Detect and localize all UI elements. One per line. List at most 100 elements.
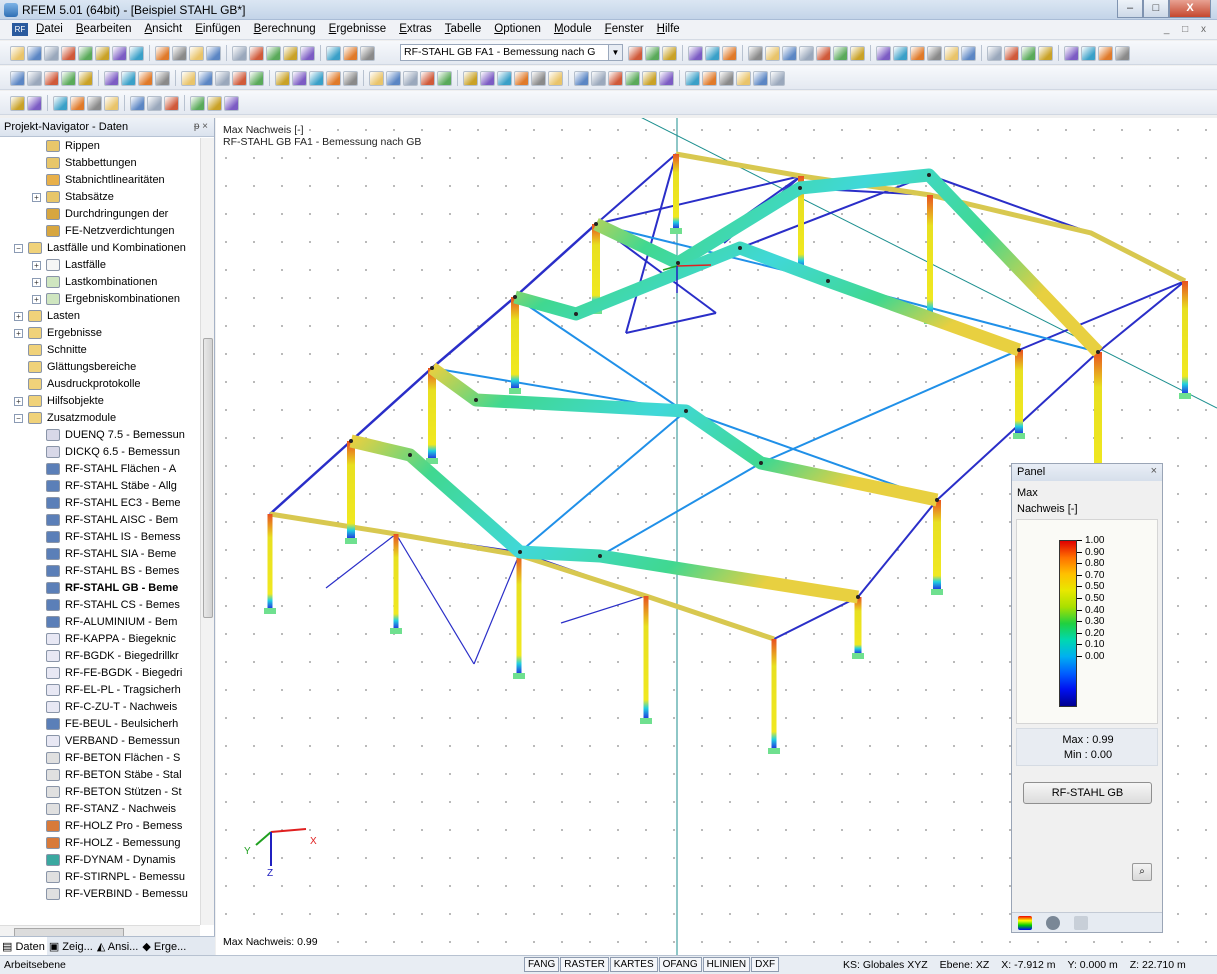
toolbar-tool-icon[interactable] [722, 45, 737, 61]
menu-optionen[interactable]: Optionen [494, 23, 541, 35]
menu-datei[interactable]: Datei [36, 23, 63, 35]
mdi-controls[interactable]: _ □ x [1164, 24, 1211, 35]
result-combo[interactable]: RF-STAHL GB FA1 - Bemessung nach G ▼ [400, 44, 623, 61]
toolbar-tool-icon[interactable] [130, 95, 145, 111]
toolbar-tool-icon[interactable] [1021, 45, 1036, 61]
toolbar-tool-icon[interactable] [688, 45, 703, 61]
toolbar-tool-icon[interactable] [343, 45, 358, 61]
toolbar-tool-icon[interactable] [129, 45, 144, 61]
toolbar-tool-icon[interactable] [1064, 45, 1079, 61]
expand-icon[interactable]: + [32, 193, 41, 202]
toolbar-tool-icon[interactable] [78, 70, 93, 86]
tree-item[interactable]: + Ergebnisse [0, 325, 200, 342]
tree-item[interactable]: RF-VERBIND - Bemessu [0, 886, 200, 903]
toolbar-tool-icon[interactable] [961, 45, 976, 61]
tree-item[interactable]: RF-STAHL EC3 - Beme [0, 495, 200, 512]
tree-item[interactable]: − Zusatzmodule [0, 410, 200, 427]
toolbar-tool-icon[interactable] [628, 45, 643, 61]
toolbar-tool-icon[interactable] [138, 70, 153, 86]
toolbar-tool-icon[interactable] [61, 70, 76, 86]
toolbar-tool-icon[interactable] [927, 45, 942, 61]
status-toggle-fang[interactable]: FANG [524, 957, 560, 972]
toolbar-tool-icon[interactable] [206, 45, 221, 61]
menu-bearbeiten[interactable]: Bearbeiten [76, 23, 132, 35]
tab-ergebnisse[interactable]: ◆ Erge... [140, 937, 188, 956]
toolbar-tool-icon[interactable] [155, 70, 170, 86]
tree-item[interactable]: RF-EL-PL - Tragsicherh [0, 682, 200, 699]
toolbar-tool-icon[interactable] [53, 95, 68, 111]
tree-item[interactable]: Rippen [0, 138, 200, 155]
toolbar-tool-icon[interactable] [87, 95, 102, 111]
toolbar-tool-icon[interactable] [155, 45, 170, 61]
toolbar-tool-icon[interactable] [645, 45, 660, 61]
expand-icon[interactable]: + [32, 261, 41, 270]
expand-icon[interactable]: + [14, 329, 23, 338]
tree-item[interactable]: − Lastfälle und Kombinationen [0, 240, 200, 257]
tree-item[interactable]: RF-STIRNPL - Bemessu [0, 869, 200, 886]
menu-ergebnisse[interactable]: Ergebnisse [329, 23, 387, 35]
tree-item[interactable]: Durchdringungen der [0, 206, 200, 223]
toolbar-tool-icon[interactable] [249, 70, 264, 86]
tree-item[interactable]: DUENQ 7.5 - Bemessun [0, 427, 200, 444]
toolbar-tool-icon[interactable] [705, 45, 720, 61]
toolbar-tool-icon[interactable] [685, 70, 700, 86]
toolbar-tool-icon[interactable] [642, 70, 657, 86]
toolbar-tool-icon[interactable] [300, 45, 315, 61]
menu-ansicht[interactable]: Ansicht [145, 23, 183, 35]
toolbar-tool-icon[interactable] [719, 70, 734, 86]
tree-item[interactable]: RF-STAHL Stäbe - Allg [0, 478, 200, 495]
toolbar-tool-icon[interactable] [207, 95, 222, 111]
toolbar-tool-icon[interactable] [833, 45, 848, 61]
toolbar-tool-icon[interactable] [27, 45, 42, 61]
tree-item[interactable]: FE-Netzverdichtungen [0, 223, 200, 240]
tab-ansichten[interactable]: ◭ Ansi... [95, 937, 141, 956]
toolbar-tool-icon[interactable] [420, 70, 435, 86]
tree-item[interactable]: Ausdruckprotokolle [0, 376, 200, 393]
tree-item[interactable]: + Lastfälle [0, 257, 200, 274]
collapse-icon[interactable]: − [14, 244, 23, 253]
menu-hilfe[interactable]: Hilfe [657, 23, 680, 35]
status-toggle-ofang[interactable]: OFANG [658, 957, 702, 972]
toolbar-tool-icon[interactable] [1038, 45, 1053, 61]
toolbar-tool-icon[interactable] [360, 45, 375, 61]
zoom-icon[interactable]: ⌕ [1132, 863, 1152, 881]
toolbar-tool-icon[interactable] [10, 70, 25, 86]
tree-item[interactable]: Stabnichtlinearitäten [0, 172, 200, 189]
toolbar-tool-icon[interactable] [1081, 45, 1096, 61]
menu-berechnung[interactable]: Berechnung [254, 23, 316, 35]
toolbar-tool-icon[interactable] [232, 45, 247, 61]
toolbar-tool-icon[interactable] [326, 45, 341, 61]
maximize-button[interactable]: □ [1143, 0, 1169, 18]
collapse-icon[interactable]: − [14, 414, 23, 423]
toolbar-tool-icon[interactable] [437, 70, 452, 86]
chevron-down-icon[interactable]: ▼ [608, 45, 622, 60]
tree-item[interactable]: RF-STANZ - Nachweis [0, 801, 200, 818]
toolbar-tool-icon[interactable] [1098, 45, 1113, 61]
toolbar-tool-icon[interactable] [164, 95, 179, 111]
toolbar-tool-icon[interactable] [181, 70, 196, 86]
status-toggle-kartes[interactable]: KARTES [609, 957, 658, 972]
menu-fenster[interactable]: Fenster [605, 23, 644, 35]
status-toggle-hlinien[interactable]: HLINIEN [702, 957, 751, 972]
tree-item[interactable]: RF-KAPPA - Biegeknic [0, 631, 200, 648]
tree-item[interactable]: Stabbettungen [0, 155, 200, 172]
toolbar-tool-icon[interactable] [987, 45, 1002, 61]
menu-extras[interactable]: Extras [399, 23, 432, 35]
tree-item[interactable]: RF-DYNAM - Dynamis [0, 852, 200, 869]
expand-icon[interactable]: + [32, 295, 41, 304]
toolbar-tool-icon[interactable] [893, 45, 908, 61]
pin-icon[interactable]: ᵽ × [194, 121, 208, 132]
toolbar-tool-icon[interactable] [283, 45, 298, 61]
toolbar-tool-icon[interactable] [386, 70, 401, 86]
tree-item[interactable]: Glättungsbereiche [0, 359, 200, 376]
tree-item[interactable]: + Hilfsobjekte [0, 393, 200, 410]
toolbar-tool-icon[interactable] [782, 45, 797, 61]
tree-item[interactable]: FE-BEUL - Beulsicherh [0, 716, 200, 733]
tree-item[interactable]: DICKQ 6.5 - Bemessun [0, 444, 200, 461]
toolbar-tool-icon[interactable] [104, 70, 119, 86]
toolbar-tool-icon[interactable] [816, 45, 831, 61]
model-view[interactable]: X Y Z Max Nachweis [-] RF-STAHL GB FA1 - B… [216, 118, 1217, 955]
tree-item[interactable]: RF-FE-BGDK - Biegedri [0, 665, 200, 682]
status-toggle-raster[interactable]: RASTER [560, 957, 609, 972]
tree-item[interactable]: RF-STAHL BS - Bemes [0, 563, 200, 580]
